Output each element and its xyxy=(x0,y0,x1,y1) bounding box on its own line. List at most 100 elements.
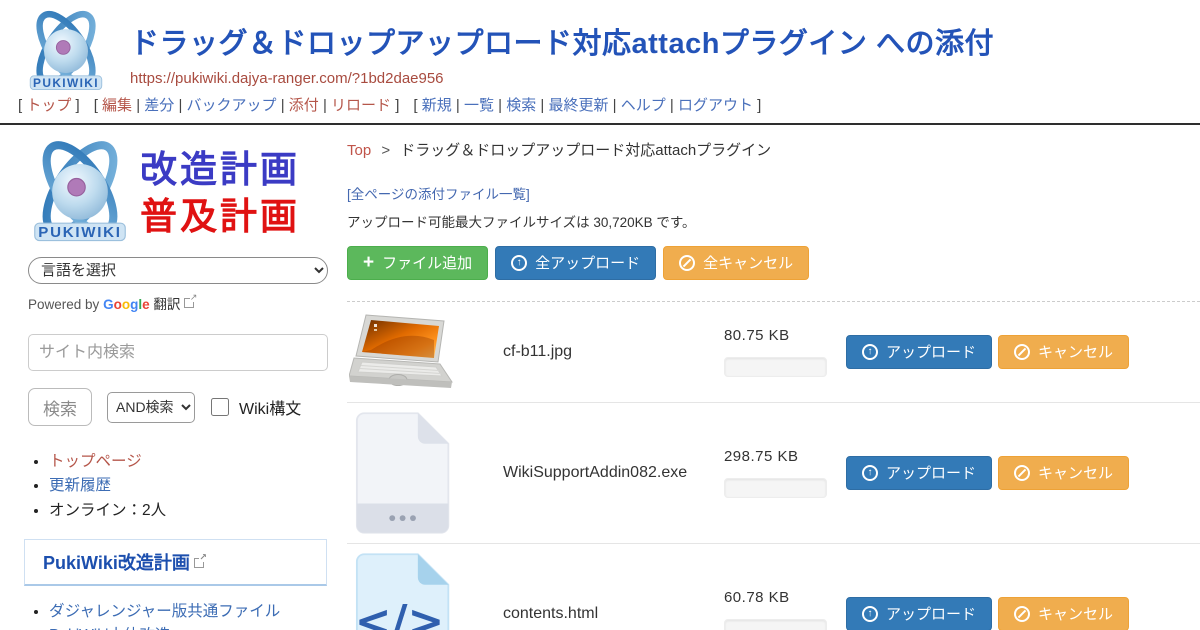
nav-link-attach[interactable]: 添付 xyxy=(289,97,319,114)
translate-link[interactable]: 翻訳 xyxy=(153,297,180,312)
nav-link-logout[interactable]: ログアウト xyxy=(678,97,753,114)
file-thumbnail: </> xyxy=(347,553,457,630)
file-name: cf-b11.jpg xyxy=(457,343,724,361)
wiki-syntax-checkbox[interactable] xyxy=(211,398,229,416)
html-file-icon: </> xyxy=(352,553,452,630)
wiki-syntax-label: Wiki構文 xyxy=(239,395,301,419)
cancel-button[interactable]: キャンセル xyxy=(998,597,1129,630)
page-title: ドラッグ＆ドロップアップロード対応attachプラグイン への添付 xyxy=(130,20,994,62)
nav-link-list[interactable]: 一覧 xyxy=(464,97,494,114)
page-url-link[interactable]: https://pukiwiki.dajya-ranger.com/?1bd2d… xyxy=(130,70,444,87)
file-size-column: 60.78 KB xyxy=(724,589,836,630)
nav-link-backup[interactable]: バックアップ xyxy=(187,97,277,114)
cancel-icon xyxy=(1014,344,1030,360)
generic-file-icon xyxy=(352,412,452,534)
cancel-button[interactable]: キャンセル xyxy=(998,335,1129,369)
upload-all-button[interactable]: ↑全アップロード xyxy=(495,246,656,280)
navbar: [ トップ ] [ 編集 | 差分 | バックアップ | 添付 | リロード ] [… xyxy=(0,90,1200,125)
file-size: 80.75 KB xyxy=(724,327,836,344)
add-files-button[interactable]: +ファイル追加 xyxy=(347,246,488,280)
cancel-all-button[interactable]: 全キャンセル xyxy=(663,246,809,280)
google-logo: Google xyxy=(103,297,150,312)
nav-link-diff[interactable]: 差分 xyxy=(144,97,174,114)
file-name: WikiSupportAddin082.exe xyxy=(457,464,724,482)
upload-progress-bar xyxy=(724,357,827,377)
nav-link-help[interactable]: ヘルプ xyxy=(621,97,666,114)
all-attachments-link[interactable]: [全ページの添付ファイル一覧] xyxy=(347,183,530,203)
breadcrumb-current: ドラッグ＆ドロップアップロード対応attachプラグイン xyxy=(400,142,771,159)
sidebar-quick-links: トップページ更新履歴オンライン：2人 xyxy=(28,450,330,522)
upload-icon: ↑ xyxy=(862,344,878,360)
breadcrumb: Top > ドラッグ＆ドロップアップロード対応attachプラグイン xyxy=(347,139,1200,160)
sidebar-section-heading[interactable]: PukiWiki改造計画 xyxy=(24,539,327,586)
toolbar: +ファイル追加↑全アップロード全キャンセル xyxy=(347,246,1200,280)
file-row: </> contents.html60.78 KB ↑アップロードキャンセル xyxy=(347,544,1200,630)
language-select[interactable]: 言語を選択 xyxy=(28,257,328,284)
main-content: Top > ドラッグ＆ドロップアップロード対応attachプラグイン [全ページ… xyxy=(330,125,1200,630)
nav-link-new[interactable]: 新規 xyxy=(422,97,452,114)
file-thumbnail xyxy=(347,412,457,534)
title-block: ドラッグ＆ドロップアップロード対応attachプラグイン への添付 https:… xyxy=(130,8,994,90)
upload-progress-bar xyxy=(724,619,827,630)
upload-icon: ↑ xyxy=(862,465,878,481)
external-link-icon xyxy=(184,298,194,308)
file-row-buttons: ↑アップロードキャンセル xyxy=(846,456,1200,490)
laptop-photo-thumbnail xyxy=(349,311,455,393)
header: PUKIWIKI ドラッグ＆ドロップアップロード対応attachプラグイン への… xyxy=(0,0,1200,90)
search-mode-select[interactable]: AND検索 xyxy=(107,392,195,423)
search-controls: 検索 AND検索 Wiki構文 xyxy=(28,388,330,426)
section-heading-label: PukiWiki改造計画 xyxy=(43,553,190,573)
google-translate-credit: Powered by Google 翻訳 xyxy=(28,293,330,313)
list-item: ダジャレンジャー版共通ファイル xyxy=(49,600,330,623)
svg-text:PUKIWIKI: PUKIWIKI xyxy=(38,224,121,241)
cancel-icon xyxy=(1014,465,1030,481)
file-size-column: 298.75 KB xyxy=(724,448,836,498)
list-item: トップページ xyxy=(49,450,330,473)
nav-group: [ 新規 | 一覧 | 検索 | 最終更新 | ヘルプ | ログアウト ] xyxy=(413,97,761,114)
upload-progress-bar xyxy=(724,478,827,498)
file-size-column: 80.75 KB xyxy=(724,327,836,377)
external-link-icon xyxy=(194,558,204,568)
max-upload-size-text: アップロード可能最大ファイルサイズは 30,720KB です。 xyxy=(347,211,1200,231)
cancel-button[interactable]: キャンセル xyxy=(998,456,1129,490)
sidebar-logo-text: 改造計画 普及計画 xyxy=(140,151,300,235)
nav-group: [ 編集 | 差分 | バックアップ | 添付 | リロード ] xyxy=(94,97,400,114)
upload-button[interactable]: ↑アップロード xyxy=(846,456,992,490)
nav-link-recent[interactable]: 最終更新 xyxy=(549,97,609,114)
list-item: PukiWiki本体改造 xyxy=(49,624,330,630)
file-list: cf-b11.jpg80.75 KB↑アップロードキャンセルWikiSuppor… xyxy=(347,301,1200,630)
file-size: 60.78 KB xyxy=(724,589,836,606)
list-item: 更新履歴 xyxy=(49,474,330,497)
search-button[interactable]: 検索 xyxy=(28,388,92,426)
breadcrumb-separator: > xyxy=(381,142,390,159)
logo-fukyuu-label: 普及計画 xyxy=(140,198,300,235)
nav-link-reload[interactable]: リロード xyxy=(331,97,391,114)
upload-icon: ↑ xyxy=(511,255,527,271)
upload-button[interactable]: ↑アップロード xyxy=(846,335,992,369)
plus-icon: + xyxy=(363,253,374,272)
svg-text:</>: </> xyxy=(355,596,445,630)
upload-button[interactable]: ↑アップロード xyxy=(846,597,992,630)
nav-link-top[interactable]: トップ xyxy=(26,97,71,114)
sidebar-link-common-files[interactable]: ダジャレンジャー版共通ファイル xyxy=(49,603,280,620)
nav-group: [ トップ ] xyxy=(18,97,80,114)
logo-kaizou-label: 改造計画 xyxy=(140,151,300,188)
file-row-buttons: ↑アップロードキャンセル xyxy=(846,597,1200,630)
pukiwiki-page: PUKIWIKI ドラッグ＆ドロップアップロード対応attachプラグイン への… xyxy=(0,0,1200,630)
svg-text:PUKIWIKI: PUKIWIKI xyxy=(33,76,99,90)
cancel-icon xyxy=(1014,606,1030,622)
pukiwiki-logo-icon: PUKIWIKI xyxy=(18,8,114,96)
file-row: cf-b11.jpg80.75 KB ↑アップロードキャンセル xyxy=(347,302,1200,403)
file-row-buttons: ↑アップロードキャンセル xyxy=(846,335,1200,369)
sidebar-link-recent-changes[interactable]: 更新履歴 xyxy=(49,477,111,494)
site-search-input[interactable] xyxy=(28,334,328,371)
cancel-icon xyxy=(679,255,695,271)
nav-link-search[interactable]: 検索 xyxy=(506,97,536,114)
nav-link-edit[interactable]: 編集 xyxy=(102,97,132,114)
list-item: オンライン：2人 xyxy=(49,499,330,522)
sidebar-link-top-page[interactable]: トップページ xyxy=(49,453,142,470)
file-name: contents.html xyxy=(457,605,724,623)
pukiwiki-atom-icon: PUKIWIKI xyxy=(22,137,138,249)
breadcrumb-home-link[interactable]: Top xyxy=(347,142,371,159)
sidebar-text-online-count: オンライン：2人 xyxy=(49,502,166,519)
